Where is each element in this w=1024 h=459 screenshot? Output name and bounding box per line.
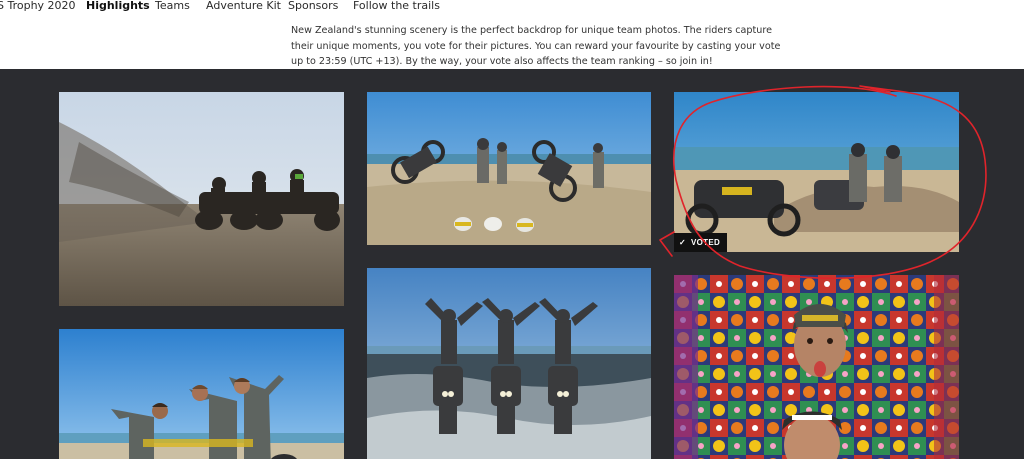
nav-item-follow-the-trails[interactable]: Follow the trails: [353, 0, 440, 12]
photo-image: [674, 275, 959, 459]
photo-image: [367, 268, 651, 459]
top-navigation: S Trophy 2020 Highlights Teams Adventure…: [0, 0, 1024, 16]
checkmark-icon: ✓: [679, 238, 687, 247]
photo-riders-faces-colorful-rug[interactable]: [674, 275, 959, 459]
photo-voted-bikes-rocks[interactable]: ✓ VOTED: [674, 92, 959, 252]
photo-beach-spray-riders[interactable]: [59, 92, 344, 306]
nav-item-teams[interactable]: Teams: [155, 0, 190, 12]
intro-line: their unique moments, you vote for their…: [291, 40, 781, 52]
photo-image: [59, 329, 344, 459]
intro-line: up to 23:59 (UTC +13). By the way, your …: [291, 56, 713, 67]
nav-item-trophy-2020[interactable]: S Trophy 2020: [0, 0, 76, 12]
voted-label: VOTED: [691, 238, 721, 247]
photo-beach-wheelies-team[interactable]: [367, 92, 651, 245]
photo-image: [674, 92, 959, 252]
photo-image: [367, 92, 651, 245]
photo-team-waving-beach[interactable]: [59, 329, 344, 459]
intro-line: New Zealand's stunning scenery is the pe…: [291, 25, 772, 36]
voted-badge: ✓ VOTED: [674, 233, 728, 252]
photo-image: [59, 92, 344, 306]
photo-riders-standing-on-bikes-surf[interactable]: [367, 268, 651, 459]
nav-item-highlights[interactable]: Highlights: [86, 0, 150, 12]
photo-gallery: ✓ VOTED: [0, 69, 1024, 459]
nav-item-sponsors[interactable]: Sponsors: [288, 0, 338, 12]
nav-item-adventure-kit[interactable]: Adventure Kit: [206, 0, 281, 12]
intro-text: New Zealand's stunning scenery is the pe…: [291, 23, 781, 70]
